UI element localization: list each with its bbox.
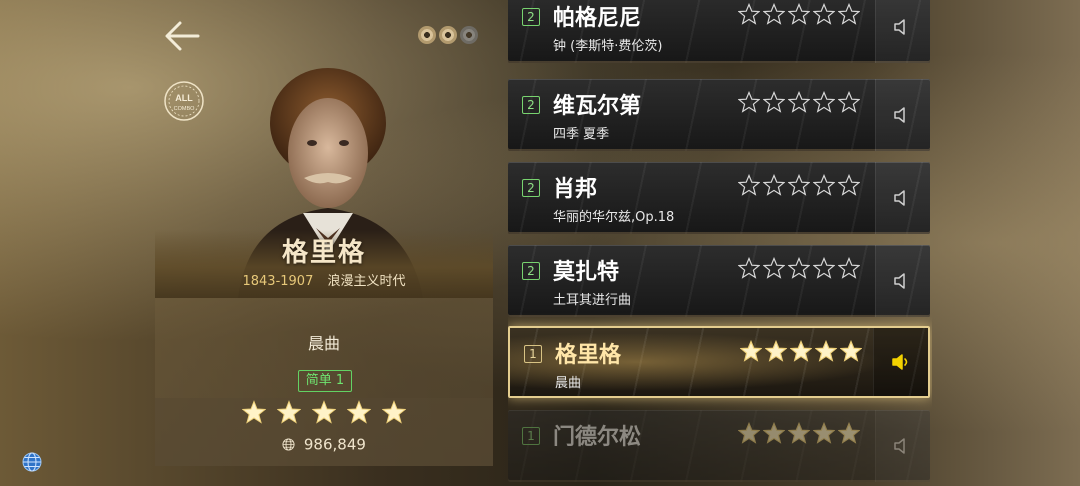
star-outline-icon: [788, 91, 810, 113]
song-level-badge: 2: [522, 96, 540, 114]
song-level-badge: 2: [522, 179, 540, 197]
song-star-rating: [738, 91, 860, 113]
speaker-icon: [894, 19, 905, 35]
arrow-left-icon: [165, 21, 200, 51]
play-count: 986,849: [155, 435, 493, 454]
song-level-badge: 2: [522, 262, 540, 280]
star-outline-icon: [813, 174, 835, 196]
star-filled-icon: [763, 422, 785, 444]
preview-speaker-button[interactable]: [875, 0, 930, 63]
song-title: 门德尔松: [553, 425, 642, 450]
disc-icon: [460, 26, 478, 44]
globe-icon: [22, 452, 42, 472]
preview-speaker-button[interactable]: [875, 162, 930, 234]
star-filled-icon: [790, 340, 812, 362]
song-title: 格里格: [555, 343, 622, 368]
star-outline-icon: [813, 3, 835, 25]
song-level-badge: 2: [522, 8, 540, 26]
song-subtitle: 四季 夏季: [553, 127, 610, 142]
disc-icon: [418, 26, 436, 44]
play-count-value: 986,849: [303, 435, 366, 454]
song-row[interactable]: 2 帕格尼尼钟 (李斯特·费伦茨): [508, 0, 930, 63]
star-filled-icon: [840, 340, 862, 362]
piece-name: 晨曲: [307, 334, 340, 353]
composer-era: 浪漫主义时代: [327, 274, 406, 289]
star-icon: [312, 400, 336, 424]
star-outline-icon: [838, 257, 860, 279]
star-filled-icon: [765, 340, 787, 362]
song-row[interactable]: 1 格里格晨曲: [508, 326, 930, 398]
svg-text:ALL: ALL: [175, 93, 193, 103]
song-title: 帕格尼尼: [553, 6, 642, 31]
star-icon: [241, 400, 266, 424]
star-outline-icon: [738, 174, 760, 196]
speaker-icon: [894, 438, 905, 454]
preview-speaker-button[interactable]: [875, 410, 930, 482]
star-outline-icon: [763, 174, 785, 196]
piece-star-rating: [155, 400, 493, 428]
star-outline-icon: [813, 91, 835, 113]
composer-meta: 1843-1907 浪漫主义时代: [155, 270, 493, 289]
star-filled-icon: [740, 340, 762, 362]
song-subtitle: 土耳其进行曲: [553, 293, 632, 308]
song-row[interactable]: 2 维瓦尔第四季 夏季: [508, 79, 930, 151]
song-star-rating: [738, 3, 860, 25]
star-outline-icon: [838, 3, 860, 25]
preview-speaker-button[interactable]: [873, 328, 928, 396]
speaker-icon: [894, 190, 905, 206]
preview-speaker-button[interactable]: [875, 245, 930, 317]
song-row[interactable]: 2 肖邦华丽的华尔兹,Op.18: [508, 162, 930, 234]
star-filled-icon: [738, 422, 760, 444]
song-subtitle: 钟 (李斯特·费伦茨): [553, 39, 663, 54]
star-filled-icon: [815, 340, 837, 362]
disc-collection-indicator: [418, 26, 478, 44]
star-outline-icon: [838, 91, 860, 113]
song-title: 莫扎特: [553, 260, 620, 285]
star-outline-icon: [788, 174, 810, 196]
star-filled-icon: [838, 422, 860, 444]
star-outline-icon: [738, 257, 760, 279]
song-list[interactable]: 2 帕格尼尼钟 (李斯特·费伦茨) 2 维瓦尔第四季 夏季 2 肖邦华丽的华尔兹,Op.1…: [508, 0, 932, 486]
song-title: 维瓦尔第: [553, 94, 642, 119]
speaker-icon: [894, 107, 905, 123]
song-star-rating: [740, 340, 862, 362]
star-outline-icon: [763, 257, 785, 279]
star-icon: [347, 400, 372, 424]
song-level-badge: 1: [522, 427, 540, 445]
song-row[interactable]: 1 门德尔松: [508, 410, 930, 482]
song-row[interactable]: 2 莫扎特土耳其进行曲: [508, 245, 930, 317]
svg-text:COMBO: COMBO: [174, 106, 196, 112]
disc-icon: [439, 26, 457, 44]
song-level-badge: 1: [524, 345, 542, 363]
globe-icon: [282, 438, 295, 451]
star-outline-icon: [738, 3, 760, 25]
composer-years: 1843-1907: [242, 274, 314, 289]
back-button[interactable]: [162, 18, 202, 54]
preview-speaker-button[interactable]: [875, 79, 930, 151]
speaker-icon: [894, 273, 905, 289]
star-filled-icon: [788, 422, 810, 444]
star-outline-icon: [813, 257, 835, 279]
song-star-rating: [738, 257, 860, 279]
star-filled-icon: [813, 422, 835, 444]
speaker-icon: [892, 354, 908, 370]
star-outline-icon: [763, 91, 785, 113]
star-outline-icon: [838, 174, 860, 196]
star-icon: [276, 400, 301, 424]
song-star-rating: [738, 174, 860, 196]
composer-name: 格里格: [281, 238, 366, 268]
star-outline-icon: [788, 257, 810, 279]
difficulty-badge: 简单 1: [298, 370, 352, 392]
star-icon: [382, 400, 407, 424]
song-title: 肖邦: [553, 177, 598, 202]
song-star-rating: [738, 422, 860, 444]
song-subtitle: 华丽的华尔兹,Op.18: [553, 210, 675, 225]
star-outline-icon: [738, 91, 760, 113]
all-combo-badge: ALL COMBO: [163, 80, 205, 122]
star-outline-icon: [788, 3, 810, 25]
language-button[interactable]: [22, 452, 42, 472]
song-subtitle: 晨曲: [555, 376, 582, 391]
star-outline-icon: [763, 3, 785, 25]
